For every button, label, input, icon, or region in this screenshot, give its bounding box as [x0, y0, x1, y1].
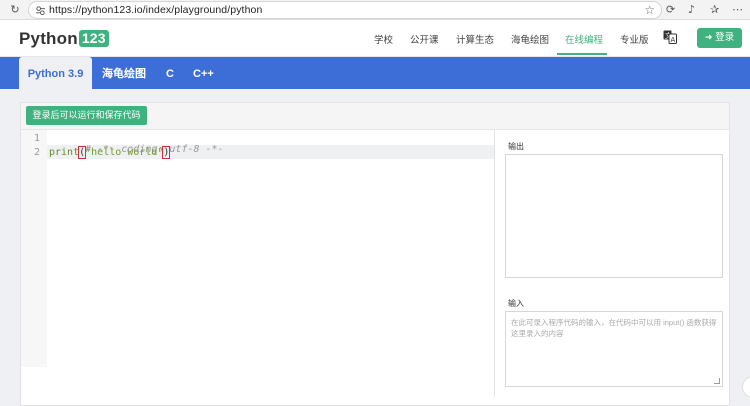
- line-number: 1: [33, 133, 40, 144]
- nav-open-courses[interactable]: 公开课: [410, 32, 439, 46]
- login-to-run-button[interactable]: 登录后可以运行和保存代码: [26, 106, 147, 125]
- floating-action-button[interactable]: [742, 376, 750, 398]
- resize-handle[interactable]: [714, 378, 720, 384]
- program-input-field[interactable]: 在此可录入程序代码的输入，在代码中可以用 input() 函数获得这里录入的内容: [505, 311, 723, 387]
- site-header: Python123 学校 公开课 计算生态 海龟绘图 在线编程 专业版 文 A …: [0, 20, 750, 57]
- sign-in-icon: ➜: [704, 33, 713, 43]
- browser-toolbar: ↻ https://python123.io/index/playground/…: [0, 0, 750, 20]
- favorites-icon[interactable]: ✰: [710, 3, 719, 17]
- tab-c[interactable]: C: [166, 57, 174, 89]
- nav-turtle-graphics[interactable]: 海龟绘图: [511, 32, 549, 46]
- code-editor[interactable]: 1 2 # -*- coding: utf-8 -*- print("hello…: [21, 130, 495, 397]
- input-label: 输入: [508, 299, 524, 308]
- site-logo[interactable]: Python 123: [19, 29, 109, 49]
- line-number: 2: [33, 147, 40, 158]
- nav-online-coding[interactable]: 在线编程: [565, 32, 603, 46]
- reload-icon[interactable]: ↻: [8, 3, 22, 17]
- logo-badge: 123: [78, 30, 109, 47]
- nav-pro-edition[interactable]: 专业版: [620, 32, 649, 46]
- output-area: [505, 154, 723, 278]
- login-button-label: 登录: [715, 32, 735, 43]
- tab-turtle-graphics[interactable]: 海龟绘图: [102, 57, 146, 89]
- site-info-icon[interactable]: [35, 5, 46, 16]
- nav-computing-ecosystem[interactable]: 计算生态: [456, 32, 494, 46]
- code-builtin: print: [49, 147, 80, 158]
- editor-toolbar: 登录后可以运行和保存代码: [21, 103, 729, 130]
- code-line-2: print("hello world"): [49, 146, 171, 159]
- address-bar[interactable]: https://python123.io/index/playground/py…: [28, 1, 662, 19]
- output-label: 输出: [508, 142, 524, 151]
- code-string: "hello world": [85, 147, 164, 158]
- language-tab-bar: Python 3.9 海龟绘图 C C++: [0, 57, 750, 89]
- refresh-extension-icon[interactable]: ⟳: [666, 3, 675, 17]
- logo-text: Python: [19, 29, 78, 48]
- line-number-gutter: 1 2: [21, 130, 47, 367]
- nav-schools[interactable]: 学校: [374, 32, 393, 46]
- translate-icon[interactable]: 文 A: [663, 30, 677, 44]
- input-placeholder: 在此可录入程序代码的输入，在代码中可以用 input() 函数获得这里录入的内容: [511, 318, 717, 338]
- playground-panel: 登录后可以运行和保存代码 1 2 # -*- coding: utf-8 -*-…: [20, 102, 730, 406]
- login-button[interactable]: ➜ 登录: [697, 28, 742, 48]
- code-bracket-close: ): [162, 146, 171, 159]
- url-text: https://python123.io/index/playground/py…: [49, 4, 263, 16]
- svg-text:A: A: [671, 36, 676, 44]
- active-nav-indicator: [557, 53, 607, 55]
- tab-cpp[interactable]: C++: [193, 57, 214, 89]
- media-icon[interactable]: ♪: [688, 3, 695, 17]
- tab-python-3-9[interactable]: Python 3.9: [19, 57, 92, 89]
- more-menu-icon[interactable]: ⋯: [732, 3, 743, 17]
- bookmark-star-icon[interactable]: ☆: [644, 3, 655, 17]
